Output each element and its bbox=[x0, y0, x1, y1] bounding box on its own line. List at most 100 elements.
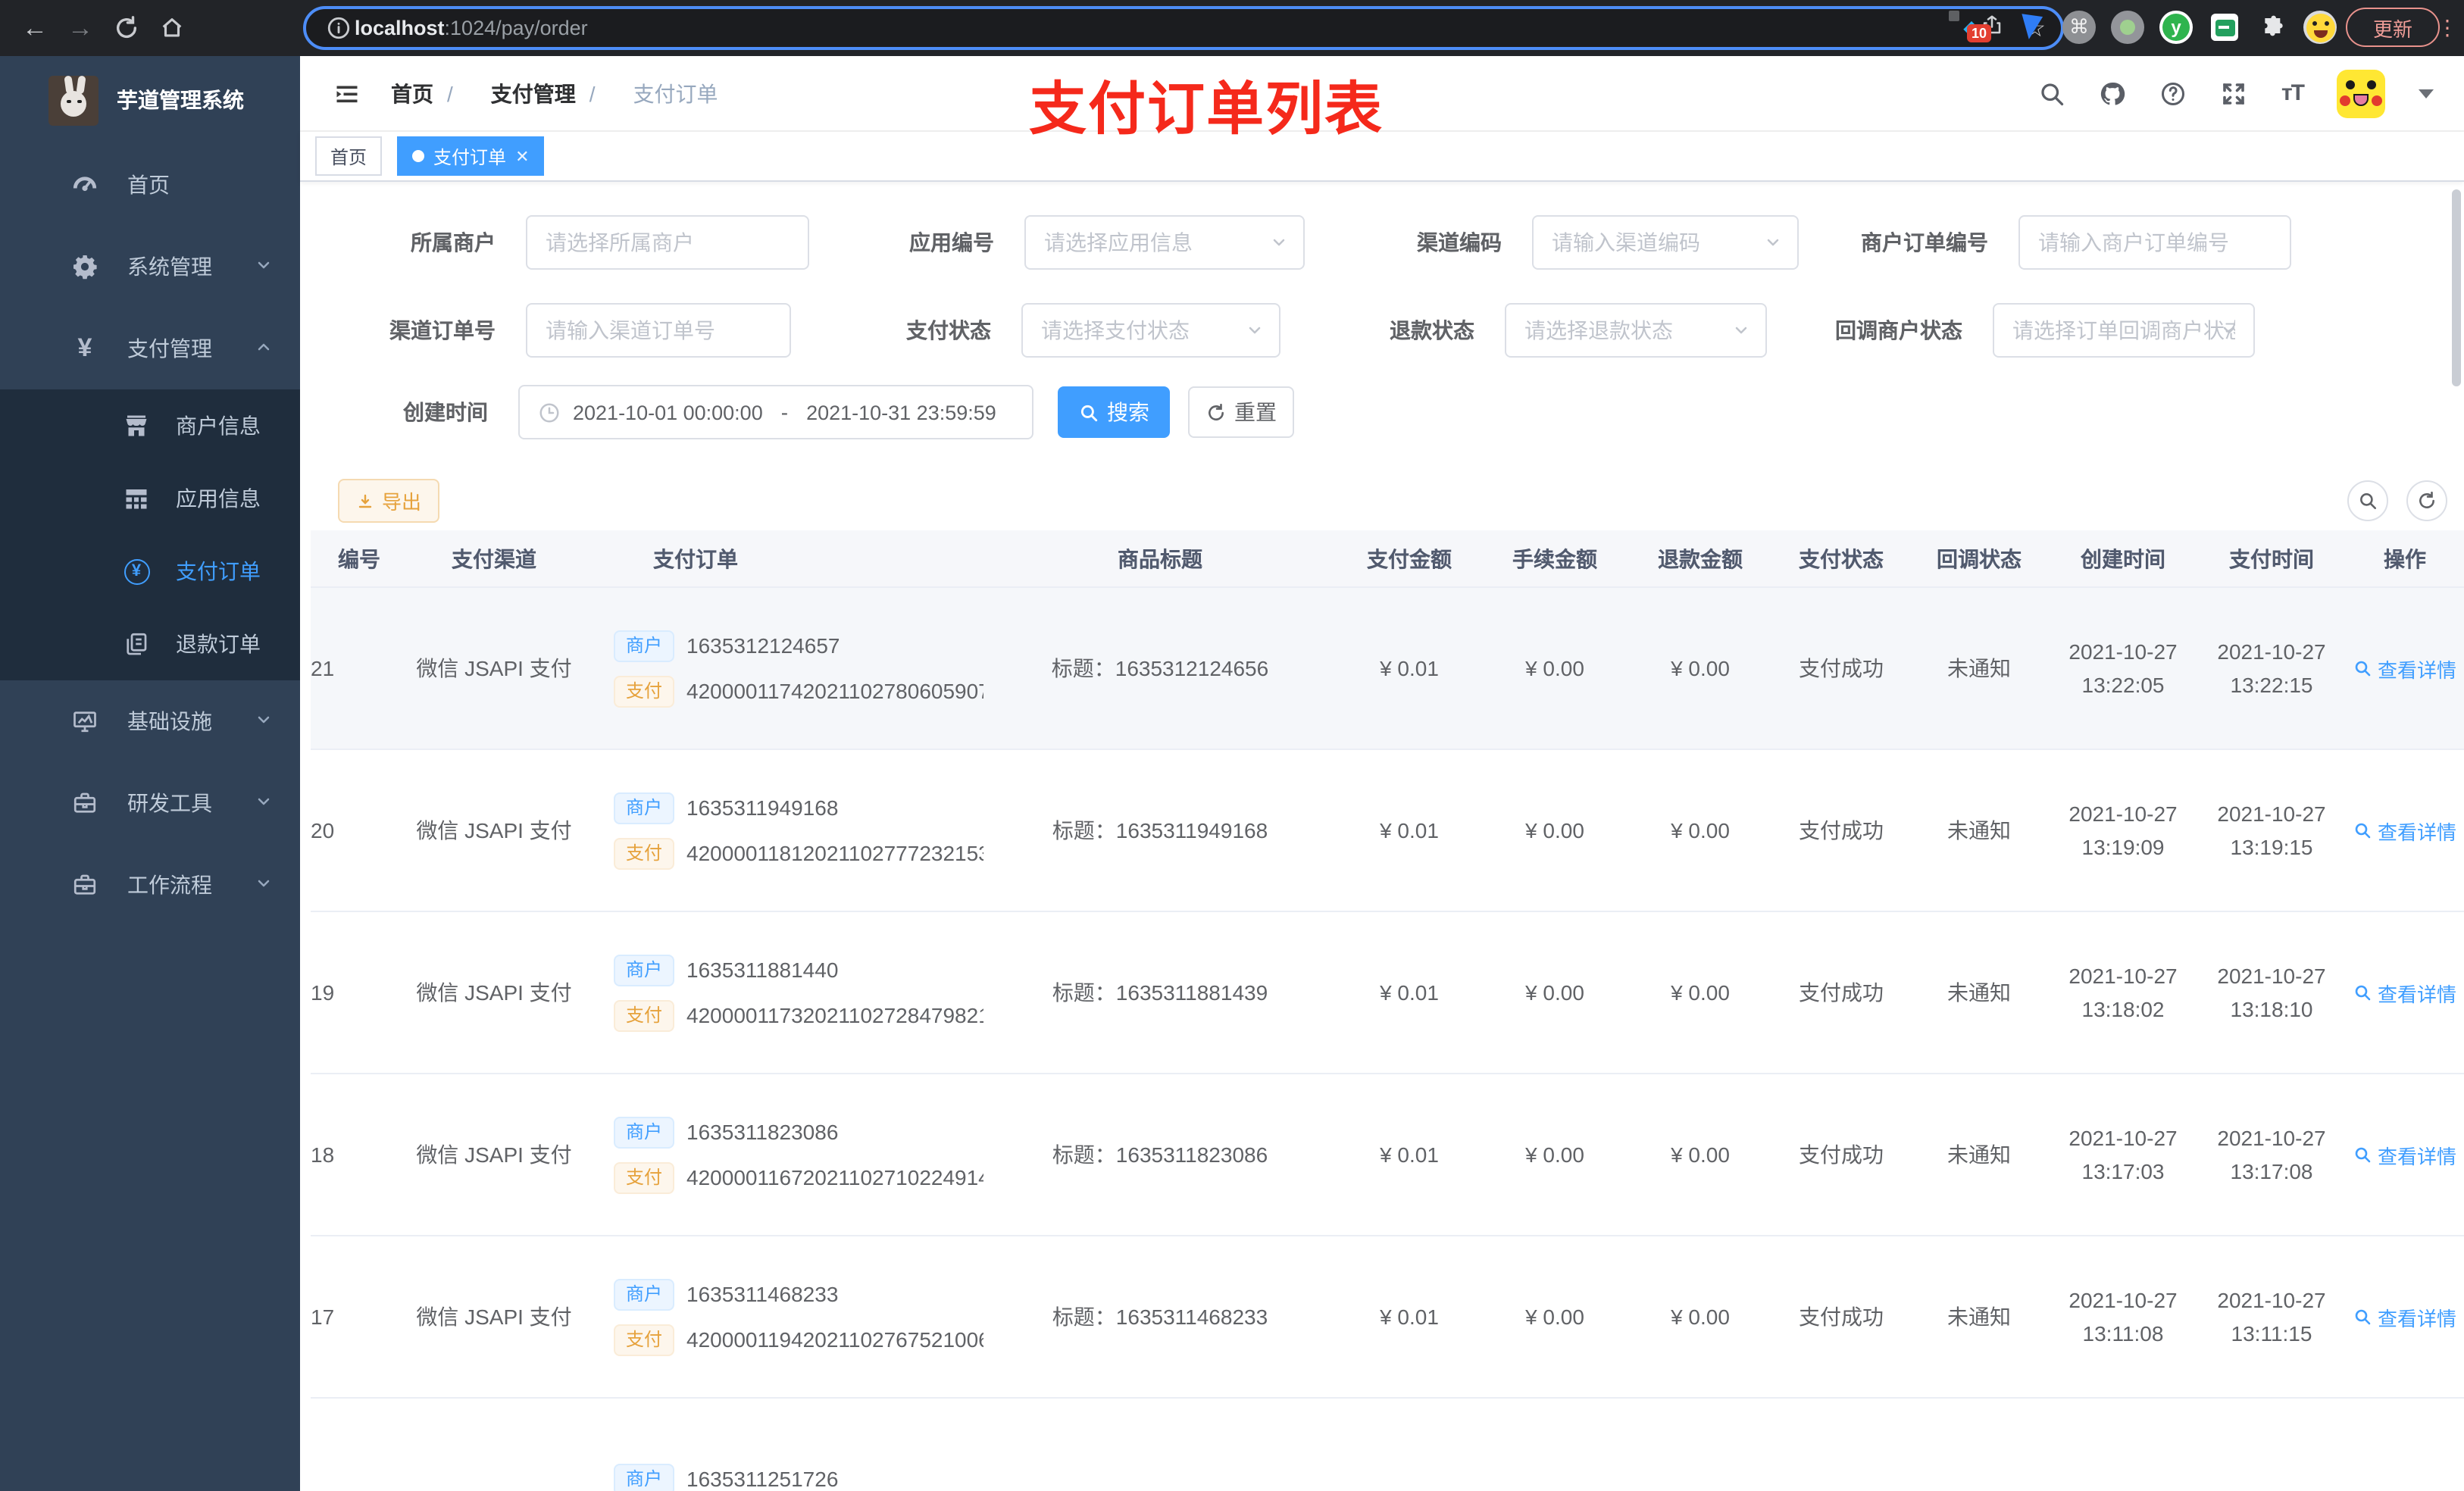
browser-back-icon[interactable]: ← bbox=[12, 7, 58, 49]
table-row[interactable]: 20 微信 JSAPI 支付 商户 1635311949168 支付 4200001181… bbox=[311, 750, 2464, 912]
browser-home-icon[interactable] bbox=[149, 7, 194, 49]
cell-pay-time: 2021-10-27 13:17:08 bbox=[2197, 1074, 2346, 1235]
browser-update-button[interactable]: 更新 bbox=[2346, 8, 2440, 47]
cell-title: 标题：1635311468233 bbox=[1052, 1305, 1268, 1329]
cell-pay-order: 商户 1635311823086 支付 42000011672021102710224… bbox=[608, 1074, 983, 1235]
filter-label: 回调商户状态 bbox=[1835, 318, 1962, 342]
sidebar-item-label: 退款订单 bbox=[176, 632, 261, 656]
pay-date: 2021-10-27 bbox=[2217, 964, 2326, 988]
date-start-value[interactable]: 2021-10-01 00:00:00 bbox=[573, 401, 763, 424]
extension-kite-icon[interactable] bbox=[2012, 5, 2049, 50]
sidebar-item-工作流程[interactable]: 工作流程 bbox=[0, 844, 300, 926]
browser-menu-dots-icon[interactable]: ⋮ bbox=[2437, 5, 2458, 50]
browser-forward-icon[interactable]: → bbox=[58, 7, 103, 49]
logo-rabbit-image bbox=[48, 75, 98, 125]
yen-circle-icon: ¥ bbox=[118, 558, 155, 584]
date-end-value[interactable]: 2021-10-31 23:59:59 bbox=[806, 401, 996, 424]
toggle-search-button[interactable] bbox=[2347, 480, 2388, 521]
pay-order-no: 4200001167202110271022491439 bbox=[686, 1165, 983, 1189]
pay-date: 2021-10-27 bbox=[2217, 1126, 2326, 1150]
avatar-dropdown-caret-icon[interactable] bbox=[2419, 89, 2434, 98]
pay-time: 13:18:10 bbox=[2230, 997, 2313, 1021]
tag-close-icon[interactable]: ✕ bbox=[515, 146, 529, 166]
create-time: 13:17:03 bbox=[2081, 1159, 2165, 1183]
回调商户状态-select[interactable]: 请选择订单回调商户状态 bbox=[1993, 303, 2255, 358]
商户订单编号-input[interactable]: 请输入商户订单编号 bbox=[2018, 215, 2291, 270]
workflow-icon bbox=[67, 871, 103, 899]
sidebar-item-label: 支付订单 bbox=[176, 559, 261, 583]
browser-chrome: ← → localhost:1024/pay/order ☆ ◆ 10 bbox=[0, 0, 2464, 56]
sidebar-item-支付订单[interactable]: ¥ 支付订单 bbox=[0, 535, 300, 608]
address-bar[interactable]: localhost:1024/pay/order ☆ bbox=[303, 6, 2064, 50]
extensions-puzzle-icon[interactable] bbox=[2255, 5, 2291, 50]
pay-order-line: 支付 4200001167202110271022491439 bbox=[614, 1161, 983, 1193]
extension-command-icon[interactable]: ⌘ bbox=[2061, 5, 2097, 50]
table-row[interactable]: 18 微信 JSAPI 支付 商户 1635311823086 支付 4200001167… bbox=[311, 1074, 2464, 1236]
page-scrollbar[interactable] bbox=[2452, 189, 2461, 386]
user-avatar[interactable] bbox=[2337, 69, 2385, 117]
tag-pay-order[interactable]: 支付订单 ✕ bbox=[397, 136, 545, 176]
column-header-退款金额: 退款金额 bbox=[1658, 546, 1743, 570]
reset-button[interactable]: 重置 bbox=[1188, 386, 1294, 438]
sidebar-item-退款订单[interactable]: 退款订单 bbox=[0, 608, 300, 680]
github-icon[interactable] bbox=[2100, 80, 2127, 107]
export-button[interactable]: 导出 bbox=[338, 479, 439, 523]
cell-fee-amount: ¥ 0.00 bbox=[1525, 1142, 1584, 1167]
extension-record-icon[interactable] bbox=[2109, 5, 2146, 50]
search-button[interactable]: 搜索 bbox=[1058, 386, 1170, 438]
pay-order-no: 4200001181202110277723215336 bbox=[686, 841, 983, 865]
filter-label: 支付状态 bbox=[906, 318, 991, 342]
create-time: 13:11:08 bbox=[2082, 1321, 2164, 1346]
breadcrumb-home[interactable]: 首页 bbox=[391, 78, 433, 108]
table-row[interactable]: 商户 1635311251726 bbox=[311, 1399, 2464, 1491]
sidebar-item-label: 工作流程 bbox=[127, 873, 212, 897]
pay-order-line: 支付 4200001173202110272847982104 bbox=[614, 999, 983, 1031]
cell-action: 查看详情 bbox=[2346, 912, 2464, 1073]
pay-order-line: 支付 4200001181202110277723215336 bbox=[614, 837, 983, 869]
cell-channel: 微信 JSAPI 支付 bbox=[416, 1142, 572, 1167]
tag-home[interactable]: 首页 bbox=[315, 136, 383, 176]
column-header-回调状态: 回调状态 bbox=[1937, 546, 2022, 570]
cell-pay-status: 支付成功 bbox=[1799, 818, 1884, 842]
view-detail-link[interactable]: 查看详情 bbox=[2353, 654, 2456, 683]
view-detail-link[interactable]: 查看详情 bbox=[2353, 978, 2456, 1007]
cell-refund-amount bbox=[1628, 1399, 1773, 1491]
view-detail-link[interactable]: 查看详情 bbox=[2353, 1140, 2456, 1169]
table-row[interactable]: 17 微信 JSAPI 支付 商户 1635311468233 支付 4200001194… bbox=[311, 1236, 2464, 1399]
create-time-range-input[interactable]: 2021-10-01 00:00:00 - 2021-10-31 23:59:5… bbox=[518, 385, 1033, 439]
cell-action: 查看详情 bbox=[2346, 750, 2464, 911]
sidebar-logo[interactable]: 芋道管理系统 bbox=[0, 56, 300, 144]
refresh-table-button[interactable] bbox=[2406, 480, 2447, 521]
cell-notify-status bbox=[1909, 1399, 2049, 1491]
sidebar-item-应用信息[interactable]: 应用信息 bbox=[0, 462, 300, 535]
filter-label: 创建时间 bbox=[403, 400, 488, 424]
font-size-icon[interactable]: ᴛT bbox=[2281, 80, 2305, 106]
create-date: 2021-10-27 bbox=[2068, 1288, 2178, 1312]
cell-notify-status: 未通知 bbox=[1947, 1142, 2011, 1167]
sidebar-item-研发工具[interactable]: 研发工具 bbox=[0, 762, 300, 844]
help-icon[interactable] bbox=[2160, 80, 2187, 107]
extension-diamond-icon[interactable]: ◆ 10 bbox=[1949, 5, 1992, 50]
extension-y-icon[interactable]: y bbox=[2158, 5, 2194, 50]
merchant-order-no: 1635311881440 bbox=[686, 958, 839, 982]
breadcrumb-pay-manage[interactable]: 支付管理 bbox=[491, 78, 576, 108]
cell-title: 标题：1635311881439 bbox=[1052, 980, 1268, 1005]
table-row[interactable]: 21 微信 JSAPI 支付 商户 1635312124657 支付 4200001174… bbox=[311, 588, 2464, 750]
create-date: 2021-10-27 bbox=[2068, 964, 2178, 988]
sidebar-item-首页[interactable]: 首页 bbox=[0, 144, 300, 226]
search-icon[interactable] bbox=[2039, 80, 2066, 107]
yen-icon: ¥ bbox=[77, 333, 92, 362]
cell-pay-time: 2021-10-27 13:19:15 bbox=[2197, 750, 2346, 911]
browser-reload-icon[interactable] bbox=[103, 7, 149, 49]
fullscreen-icon[interactable] bbox=[2221, 80, 2248, 107]
url-host: localhost bbox=[355, 17, 445, 39]
view-detail-link[interactable]: 查看详情 bbox=[2353, 1302, 2456, 1331]
view-detail-link[interactable]: 查看详情 bbox=[2353, 816, 2456, 845]
extension-chat-icon[interactable] bbox=[2206, 5, 2243, 50]
site-info-icon[interactable] bbox=[321, 7, 355, 49]
hamburger-icon[interactable] bbox=[327, 80, 367, 107]
sidebar-item-基础设施[interactable]: 基础设施 bbox=[0, 680, 300, 762]
table-row[interactable]: 19 微信 JSAPI 支付 商户 1635311881440 支付 4200001173… bbox=[311, 912, 2464, 1074]
extension-emoji-icon[interactable] bbox=[2300, 5, 2340, 50]
cell-notify-status: 未通知 bbox=[1947, 818, 2011, 842]
